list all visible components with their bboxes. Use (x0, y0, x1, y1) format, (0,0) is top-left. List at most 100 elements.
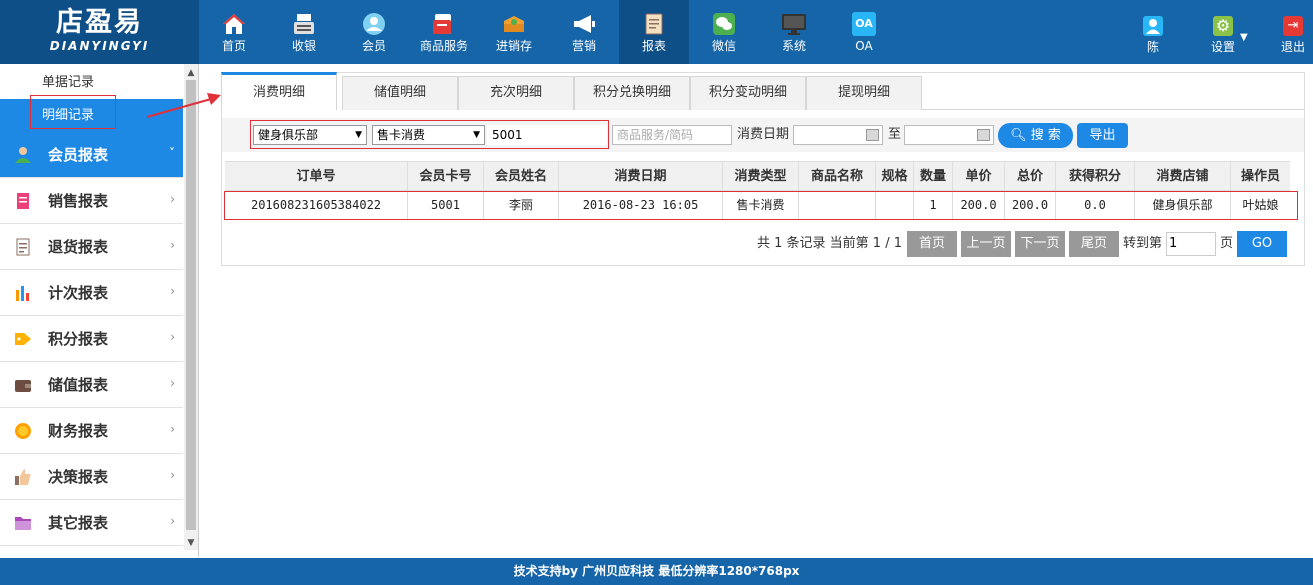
user-avatar-icon (1143, 16, 1163, 36)
nav-label: 收银 (291, 39, 316, 53)
nav-label: OA (855, 39, 873, 53)
sidebar-item-decision-report[interactable]: 决策报表 › (0, 454, 183, 500)
export-button[interactable]: 导出 (1077, 123, 1128, 148)
prev-page-button[interactable]: 上一页 (961, 231, 1011, 257)
col-store: 消费店铺 (1135, 162, 1231, 191)
pagination-info: 共 1 条记录 当前第 1 / 1 (757, 236, 902, 251)
nav-label: 商品服务 (419, 39, 468, 53)
scroll-down-icon[interactable]: ▼ (184, 536, 198, 550)
highlight-box-row (224, 191, 1298, 220)
goods-icon (433, 14, 451, 34)
tab-consumption-detail[interactable]: 消费明细 (221, 72, 337, 110)
nav-wechat[interactable]: 微信 (689, 0, 759, 64)
page-number-input[interactable]: 1 (1166, 232, 1216, 256)
footer: 技术支持by 广州贝应科技 最低分辨率1280*768px (0, 558, 1313, 585)
sidebar-scrollbar[interactable]: ▲ ▼ (184, 64, 198, 550)
chevron-right-icon: › (170, 330, 175, 344)
sales-report-icon (17, 193, 29, 209)
chevron-right-icon: › (170, 284, 175, 298)
menu-label: 财务报表 (48, 422, 109, 440)
calendar-icon[interactable] (866, 129, 879, 141)
end-date-input[interactable] (904, 125, 994, 145)
folder-icon (15, 517, 31, 530)
settings-button[interactable]: ⚙ 设置 (1205, 0, 1241, 64)
wallet-icon (15, 380, 31, 392)
calendar-icon[interactable] (977, 129, 990, 141)
inventory-icon (504, 16, 524, 32)
chevron-right-icon: › (170, 468, 175, 482)
nav-oa[interactable]: OA OA (829, 0, 899, 64)
gear-icon: ⚙ (1213, 16, 1233, 36)
highlight-box-sidebar (30, 95, 116, 129)
logo-text: 店盈易 (56, 7, 143, 38)
sidebar-item-count-report[interactable]: 计次报表 › (0, 270, 183, 316)
chevron-right-icon: › (170, 192, 175, 206)
sidebar-item-finance-report[interactable]: 财务报表 › (0, 408, 183, 454)
table-header: 订单号 会员卡号 会员姓名 消费日期 消费类型 商品名称 规格 数量 单价 总价… (225, 161, 1290, 191)
start-date-input[interactable] (793, 125, 883, 145)
nav-member[interactable]: 会员 (339, 0, 409, 64)
go-button[interactable]: GO (1237, 231, 1287, 257)
coin-icon (15, 423, 31, 439)
sidebar-item-member-report[interactable]: 会员报表 ˅ (0, 132, 183, 178)
chevron-right-icon: › (170, 514, 175, 528)
menu-label: 退货报表 (48, 238, 109, 256)
goods-search-input[interactable]: 商品服务/简码 (612, 125, 732, 145)
sidebar-item-sales-report[interactable]: 销售报表 › (0, 178, 183, 224)
user-name: 陈 (1146, 40, 1159, 54)
nav-label: 进销存 (495, 39, 532, 53)
tab-stored-value-detail[interactable]: 储值明细 (342, 76, 458, 110)
member-icon (363, 13, 385, 35)
chevron-down-icon: ˅ (169, 146, 175, 160)
top-navbar: 店盈易 DIANYINGYI 首页 收银 会员 商品服务 进销存 营销 报表 微… (0, 0, 1313, 64)
monitor-icon (782, 14, 806, 35)
wechat-icon (713, 13, 735, 35)
logo-subtext: DIANYINGYI (49, 39, 150, 53)
thumbs-up-icon (15, 469, 31, 485)
search-label: 搜 索 (1030, 128, 1061, 143)
nav-marketing[interactable]: 营销 (549, 0, 619, 64)
settings-label: 设置 (1210, 40, 1235, 54)
nav-label: 营销 (571, 39, 596, 53)
nav-report[interactable]: 报表 (619, 0, 689, 64)
col-date: 消费日期 (559, 162, 723, 191)
page-unit-label: 页 (1220, 236, 1234, 251)
date-label: 消费日期 (737, 127, 790, 142)
nav-goods-service[interactable]: 商品服务 (409, 0, 479, 64)
points-tag-icon (15, 333, 31, 345)
nav-label: 报表 (641, 39, 666, 53)
col-spec: 规格 (876, 162, 914, 191)
date-to-label: 至 (888, 127, 902, 142)
nav-home[interactable]: 首页 (199, 0, 269, 64)
last-page-button[interactable]: 尾页 (1069, 231, 1119, 257)
sidebar-item-points-report[interactable]: 积分报表 › (0, 316, 183, 362)
sidebar-item-return-report[interactable]: 退货报表 › (0, 224, 183, 270)
next-page-button[interactable]: 下一页 (1015, 231, 1065, 257)
tab-recharge-count-detail[interactable]: 充次明细 (458, 76, 574, 110)
nav-system[interactable]: 系统 (759, 0, 829, 64)
report-icon (645, 13, 663, 35)
sidebar-item-other-report[interactable]: 其它报表 › (0, 500, 183, 546)
chevron-right-icon: › (170, 238, 175, 252)
col-type: 消费类型 (723, 162, 799, 191)
nav-cashier[interactable]: 收银 (269, 0, 339, 64)
logout-button[interactable]: ⇥ 退出 (1278, 0, 1308, 64)
nav-label: 系统 (781, 39, 806, 53)
annotation-arrow-icon (146, 93, 221, 118)
nav-inventory[interactable]: 进销存 (479, 0, 549, 64)
scroll-thumb[interactable] (186, 80, 196, 530)
first-page-button[interactable]: 首页 (907, 231, 957, 257)
logo: 店盈易 DIANYINGYI (0, 0, 199, 64)
search-icon: 🔍︎ (1010, 128, 1027, 143)
tab-points-change-detail[interactable]: 积分变动明细 (690, 76, 806, 110)
tab-points-exchange-detail[interactable]: 积分兑换明细 (574, 76, 690, 110)
highlight-box-filter (250, 120, 609, 149)
user-menu[interactable]: 陈 (1138, 0, 1168, 64)
col-operator: 操作员 (1240, 169, 1280, 184)
scroll-up-icon[interactable]: ▲ (184, 66, 198, 80)
menu-label: 决策报表 (48, 468, 109, 486)
caret-down-icon[interactable]: ▼ (1240, 32, 1248, 43)
search-button[interactable]: 🔍︎ 搜 索 (998, 123, 1073, 148)
tab-withdraw-detail[interactable]: 提现明细 (806, 76, 922, 110)
sidebar-item-stored-value-report[interactable]: 储值报表 › (0, 362, 183, 408)
